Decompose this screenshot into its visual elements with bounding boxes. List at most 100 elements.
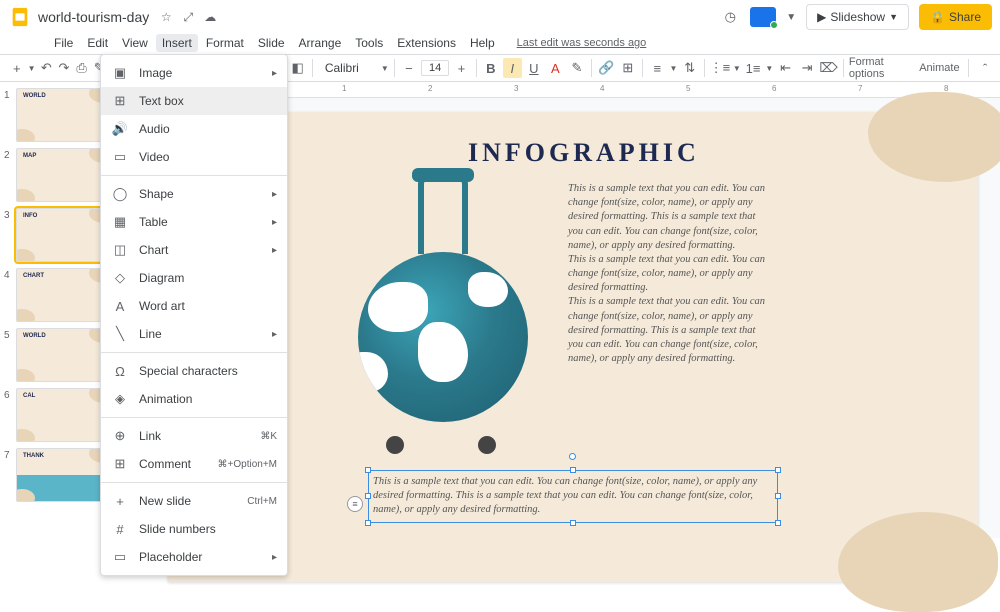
print-button[interactable]: ⎙ — [75, 58, 89, 78]
menu-arrange[interactable]: Arrange — [293, 34, 348, 52]
chevron-right-icon: ▸ — [272, 217, 277, 228]
insert-menu-shape[interactable]: ◯Shape▸ — [101, 180, 287, 208]
line-spacing-button[interactable]: ⇅ — [680, 58, 699, 78]
insert-menu-animation[interactable]: ◈Animation — [101, 385, 287, 413]
menu-view[interactable]: View — [116, 34, 154, 52]
comment-button[interactable]: ⊞ — [619, 58, 638, 78]
menu-tools[interactable]: Tools — [349, 34, 389, 52]
insert-menu-word-art[interactable]: AWord art — [101, 292, 287, 320]
menu-bar: File Edit View Insert Format Slide Arran… — [0, 32, 1000, 54]
menu-help[interactable]: Help — [464, 34, 501, 52]
drag-handle-icon[interactable]: ≡ — [347, 496, 363, 512]
slideshow-button[interactable]: ▶ Slideshow ▼ — [806, 4, 909, 30]
animate-button[interactable]: Animate — [919, 62, 959, 74]
menu-extensions[interactable]: Extensions — [391, 34, 462, 52]
new-slide-icon: + — [111, 494, 129, 509]
thumbnail-3[interactable]: INFO — [16, 208, 112, 262]
highlight-button[interactable]: ✎ — [568, 58, 587, 78]
comment-icon: ⊞ — [111, 456, 129, 472]
last-edit-link[interactable]: Last edit was seconds ago — [511, 35, 653, 51]
cloud-icon[interactable]: ☁ — [201, 10, 219, 24]
body-text-box[interactable]: This is a sample text that you can edit.… — [568, 182, 768, 366]
thumbnail-4[interactable]: CHART — [16, 268, 112, 322]
video-icon: ▭ — [111, 149, 129, 165]
indent-less-button[interactable]: ⇤ — [776, 58, 795, 78]
move-icon[interactable]: ⤢ — [179, 10, 197, 25]
share-button[interactable]: 🔒 Share — [919, 4, 992, 30]
italic-button[interactable]: I — [503, 58, 522, 78]
placeholder-icon: ▭ — [111, 549, 129, 565]
new-slide-button[interactable]: + — [10, 58, 24, 78]
thumbnail-5[interactable]: WORLD — [16, 328, 112, 382]
insert-menu-text-box[interactable]: ⊞Text box — [101, 87, 287, 115]
undo-button[interactable]: ↶ — [40, 58, 54, 78]
history-icon[interactable]: ◷ — [720, 7, 740, 27]
thumbnail-2[interactable]: MAP — [16, 148, 112, 202]
word-art-icon: A — [111, 299, 129, 314]
selected-text-box[interactable]: This is a sample text that you can edit.… — [368, 470, 778, 523]
underline-button[interactable]: U — [525, 58, 544, 78]
align-button[interactable]: ≡ — [648, 58, 667, 78]
clear-format-button[interactable]: ⌦ — [819, 58, 838, 78]
text-box-icon: ⊞ — [111, 93, 129, 109]
insert-menu-comment[interactable]: ⊞Comment⌘+Option+M — [101, 450, 287, 478]
insert-menu-dropdown: ▣Image▸⊞Text box🔊Audio▭Video ◯Shape▸▦Tabl… — [100, 54, 288, 576]
menu-format[interactable]: Format — [200, 34, 250, 52]
slide-numbers-icon: # — [111, 522, 129, 537]
animation-icon: ◈ — [111, 391, 129, 407]
thumbnail-7[interactable]: THANK — [16, 448, 112, 502]
indent-more-button[interactable]: ⇥ — [798, 58, 817, 78]
thumbnail-6[interactable]: CAL — [16, 388, 112, 442]
link-button[interactable]: 🔗 — [597, 58, 616, 78]
meet-button[interactable] — [750, 7, 776, 27]
insert-menu-new-slide[interactable]: +New slideCtrl+M — [101, 487, 287, 515]
font-select[interactable]: Calibri — [318, 58, 378, 78]
redo-button[interactable]: ↷ — [57, 58, 71, 78]
bold-button[interactable]: B — [482, 58, 501, 78]
chart-icon: ◫ — [111, 242, 129, 258]
audio-icon: 🔊 — [111, 121, 129, 137]
slide-canvas[interactable]: INFOGRAPHIC This is a sample text that y… — [168, 112, 978, 582]
bg-shape — [838, 512, 998, 612]
insert-menu-placeholder[interactable]: ▭Placeholder▸ — [101, 543, 287, 571]
collapse-toolbar-button[interactable]: ˆ — [976, 58, 994, 78]
chevron-right-icon: ▸ — [272, 329, 277, 340]
star-icon[interactable]: ☆ — [157, 10, 175, 24]
link-icon: ⊕ — [111, 428, 129, 444]
image-icon: ▣ — [111, 65, 129, 81]
menu-file[interactable]: File — [48, 34, 79, 52]
slides-logo[interactable] — [8, 5, 32, 29]
menu-insert[interactable]: Insert — [156, 34, 198, 52]
insert-menu-line[interactable]: ╲Line▸ — [101, 320, 287, 348]
insert-menu-link[interactable]: ⊕Link⌘K — [101, 422, 287, 450]
slide-title[interactable]: INFOGRAPHIC — [468, 138, 700, 168]
number-list-button[interactable]: 1≡ — [744, 58, 763, 78]
font-size[interactable]: 14 — [421, 60, 449, 76]
insert-menu-table[interactable]: ▦Table▸ — [101, 208, 287, 236]
insert-menu-video[interactable]: ▭Video — [101, 143, 287, 171]
thumbnail-1[interactable]: WORLD — [16, 88, 112, 142]
menu-slide[interactable]: Slide — [252, 34, 291, 52]
fill-color-button[interactable]: ◧ — [288, 58, 307, 78]
insert-menu-slide-numbers[interactable]: #Slide numbers — [101, 515, 287, 543]
line-icon: ╲ — [111, 326, 129, 342]
bg-shape — [868, 92, 1000, 182]
suitcase-graphic[interactable] — [338, 174, 548, 454]
doc-title[interactable]: world-tourism-day — [38, 9, 149, 25]
chevron-right-icon: ▸ — [272, 68, 277, 79]
chevron-right-icon: ▸ — [272, 552, 277, 563]
insert-menu-chart[interactable]: ◫Chart▸ — [101, 236, 287, 264]
table-icon: ▦ — [111, 214, 129, 230]
chevron-right-icon: ▸ — [272, 189, 277, 200]
shape-icon: ◯ — [111, 186, 129, 202]
insert-menu-audio[interactable]: 🔊Audio — [101, 115, 287, 143]
text-color-button[interactable]: A — [546, 58, 565, 78]
bullet-list-button[interactable]: ⋮≡ — [710, 58, 730, 78]
decrease-size[interactable]: − — [400, 58, 419, 78]
insert-menu-special-characters[interactable]: ΩSpecial characters — [101, 357, 287, 385]
menu-edit[interactable]: Edit — [81, 34, 114, 52]
increase-size[interactable]: + — [452, 58, 471, 78]
insert-menu-diagram[interactable]: ◇Diagram — [101, 264, 287, 292]
format-options-button[interactable]: Format options — [849, 56, 913, 80]
insert-menu-image[interactable]: ▣Image▸ — [101, 59, 287, 87]
